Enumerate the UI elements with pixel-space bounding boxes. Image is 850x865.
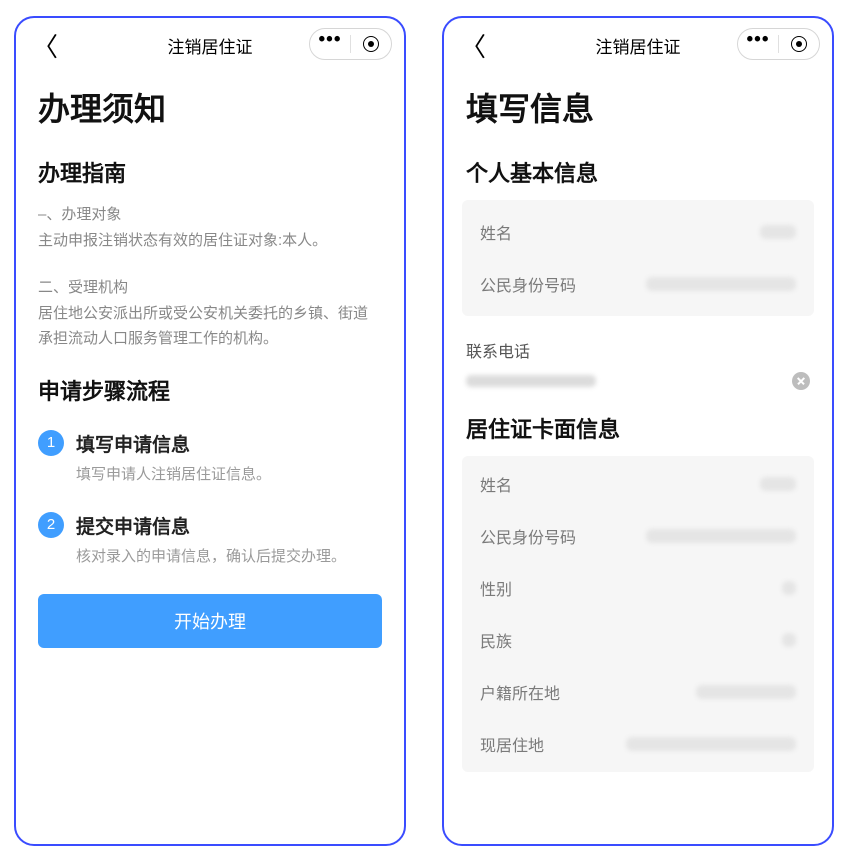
label-residence: 现居住地 xyxy=(480,732,544,756)
step-label: 提交申请信息 xyxy=(76,512,382,539)
value-name-redacted xyxy=(760,225,796,239)
step-body: 填写申请信息 填写申请人注销居住证信息。 xyxy=(76,430,382,484)
wechat-capsule-right[interactable]: ••• xyxy=(737,28,820,60)
phone-right-form: 〈 注销居住证 ••• 填写信息 个人基本信息 姓名 公民身份号码 联系电话 xyxy=(442,16,834,846)
page-title: 办理须知 xyxy=(38,84,382,130)
step-1: 1 填写申请信息 填写申请人注销居住证信息。 xyxy=(38,430,382,484)
row-card-id: 公民身份号码 xyxy=(462,510,814,562)
step-body: 提交申请信息 核对录入的申请信息，确认后提交办理。 xyxy=(76,512,382,566)
phone-left-instructions: 〈 注销居住证 ••• 办理须知 办理指南 –、办理对象 主动申报注销状态有效的… xyxy=(14,16,406,846)
step-number-badge: 2 xyxy=(38,512,64,538)
row-card-gender: 性别 xyxy=(462,562,814,614)
guide-paragraph-2: 二、受理机构 居住地公安派出所或受公安机关委托的乡镇、街道承担流动人口服务管理工… xyxy=(38,275,382,352)
row-personal-name: 姓名 xyxy=(462,206,814,258)
label-gender: 性别 xyxy=(480,576,512,600)
wechat-capsule[interactable]: ••• xyxy=(309,28,392,60)
personal-info-card: 姓名 公民身份号码 xyxy=(462,200,814,316)
label-name: 姓名 xyxy=(480,220,512,244)
guide-paragraph-1: –、办理对象 主动申报注销状态有效的居住证对象:本人。 xyxy=(38,202,382,253)
step-label: 填写申请信息 xyxy=(76,430,382,457)
phone-value-redacted xyxy=(466,375,596,387)
label-card-id: 公民身份号码 xyxy=(480,524,576,548)
more-menu-button[interactable]: ••• xyxy=(310,33,350,55)
start-process-button[interactable]: 开始办理 xyxy=(38,594,382,648)
row-personal-id: 公民身份号码 xyxy=(462,258,814,310)
row-card-name: 姓名 xyxy=(462,458,814,510)
guide-p2-line1: 二、受理机构 xyxy=(38,275,382,301)
left-content: 办理须知 办理指南 –、办理对象 主动申报注销状态有效的居住证对象:本人。 二、… xyxy=(16,66,404,844)
guide-title: 办理指南 xyxy=(38,156,382,188)
contact-phone-block: 联系电话 xyxy=(444,334,832,390)
label-id-number: 公民身份号码 xyxy=(480,272,576,296)
section-card-info: 居住证卡面信息 xyxy=(466,412,810,444)
value-card-id-redacted xyxy=(646,529,796,543)
label-ethnicity: 民族 xyxy=(480,628,512,652)
ellipsis-icon: ••• xyxy=(747,29,770,51)
label-card-name: 姓名 xyxy=(480,472,512,496)
guide-p1-line2: 主动申报注销状态有效的居住证对象:本人。 xyxy=(38,228,382,254)
value-domicile-redacted xyxy=(696,685,796,699)
close-miniprogram-button[interactable] xyxy=(779,36,819,52)
step-desc: 核对录入的申请信息，确认后提交办理。 xyxy=(76,545,382,566)
section-personal-info: 个人基本信息 xyxy=(466,156,810,188)
clear-input-icon[interactable] xyxy=(792,372,810,390)
steps-title: 申请步骤流程 xyxy=(38,374,382,406)
value-ethnicity-redacted xyxy=(782,633,796,647)
value-card-name-redacted xyxy=(760,477,796,491)
step-desc: 填写申请人注销居住证信息。 xyxy=(76,463,382,484)
header-bar: 〈 注销居住证 ••• xyxy=(16,18,404,66)
header-bar-right: 〈 注销居住证 ••• xyxy=(444,18,832,66)
more-menu-button[interactable]: ••• xyxy=(738,33,778,55)
right-content: 填写信息 个人基本信息 姓名 公民身份号码 联系电话 居住证卡面信息 xyxy=(444,66,832,844)
value-gender-redacted xyxy=(782,581,796,595)
guide-p2-line2: 居住地公安派出所或受公安机关委托的乡镇、街道承担流动人口服务管理工作的机构。 xyxy=(38,301,382,352)
guide-p1-line1: –、办理对象 xyxy=(38,202,382,228)
row-card-domicile: 户籍所在地 xyxy=(462,666,814,718)
ellipsis-icon: ••• xyxy=(319,29,342,51)
value-id-redacted xyxy=(646,277,796,291)
target-icon xyxy=(791,36,807,52)
target-icon xyxy=(363,36,379,52)
page-title-right: 填写信息 xyxy=(466,84,810,130)
back-icon[interactable]: 〈 xyxy=(32,27,58,64)
back-icon[interactable]: 〈 xyxy=(460,27,486,64)
row-card-residence: 现居住地 xyxy=(462,718,814,770)
step-2: 2 提交申请信息 核对录入的申请信息，确认后提交办理。 xyxy=(38,512,382,566)
residence-card-info: 姓名 公民身份号码 性别 民族 户籍所在地 现居住地 xyxy=(462,456,814,772)
close-miniprogram-button[interactable] xyxy=(351,36,391,52)
phone-input-row[interactable] xyxy=(466,372,810,390)
label-domicile: 户籍所在地 xyxy=(480,680,560,704)
step-number-badge: 1 xyxy=(38,430,64,456)
label-phone: 联系电话 xyxy=(466,338,810,362)
row-card-ethnicity: 民族 xyxy=(462,614,814,666)
value-residence-redacted xyxy=(626,737,796,751)
